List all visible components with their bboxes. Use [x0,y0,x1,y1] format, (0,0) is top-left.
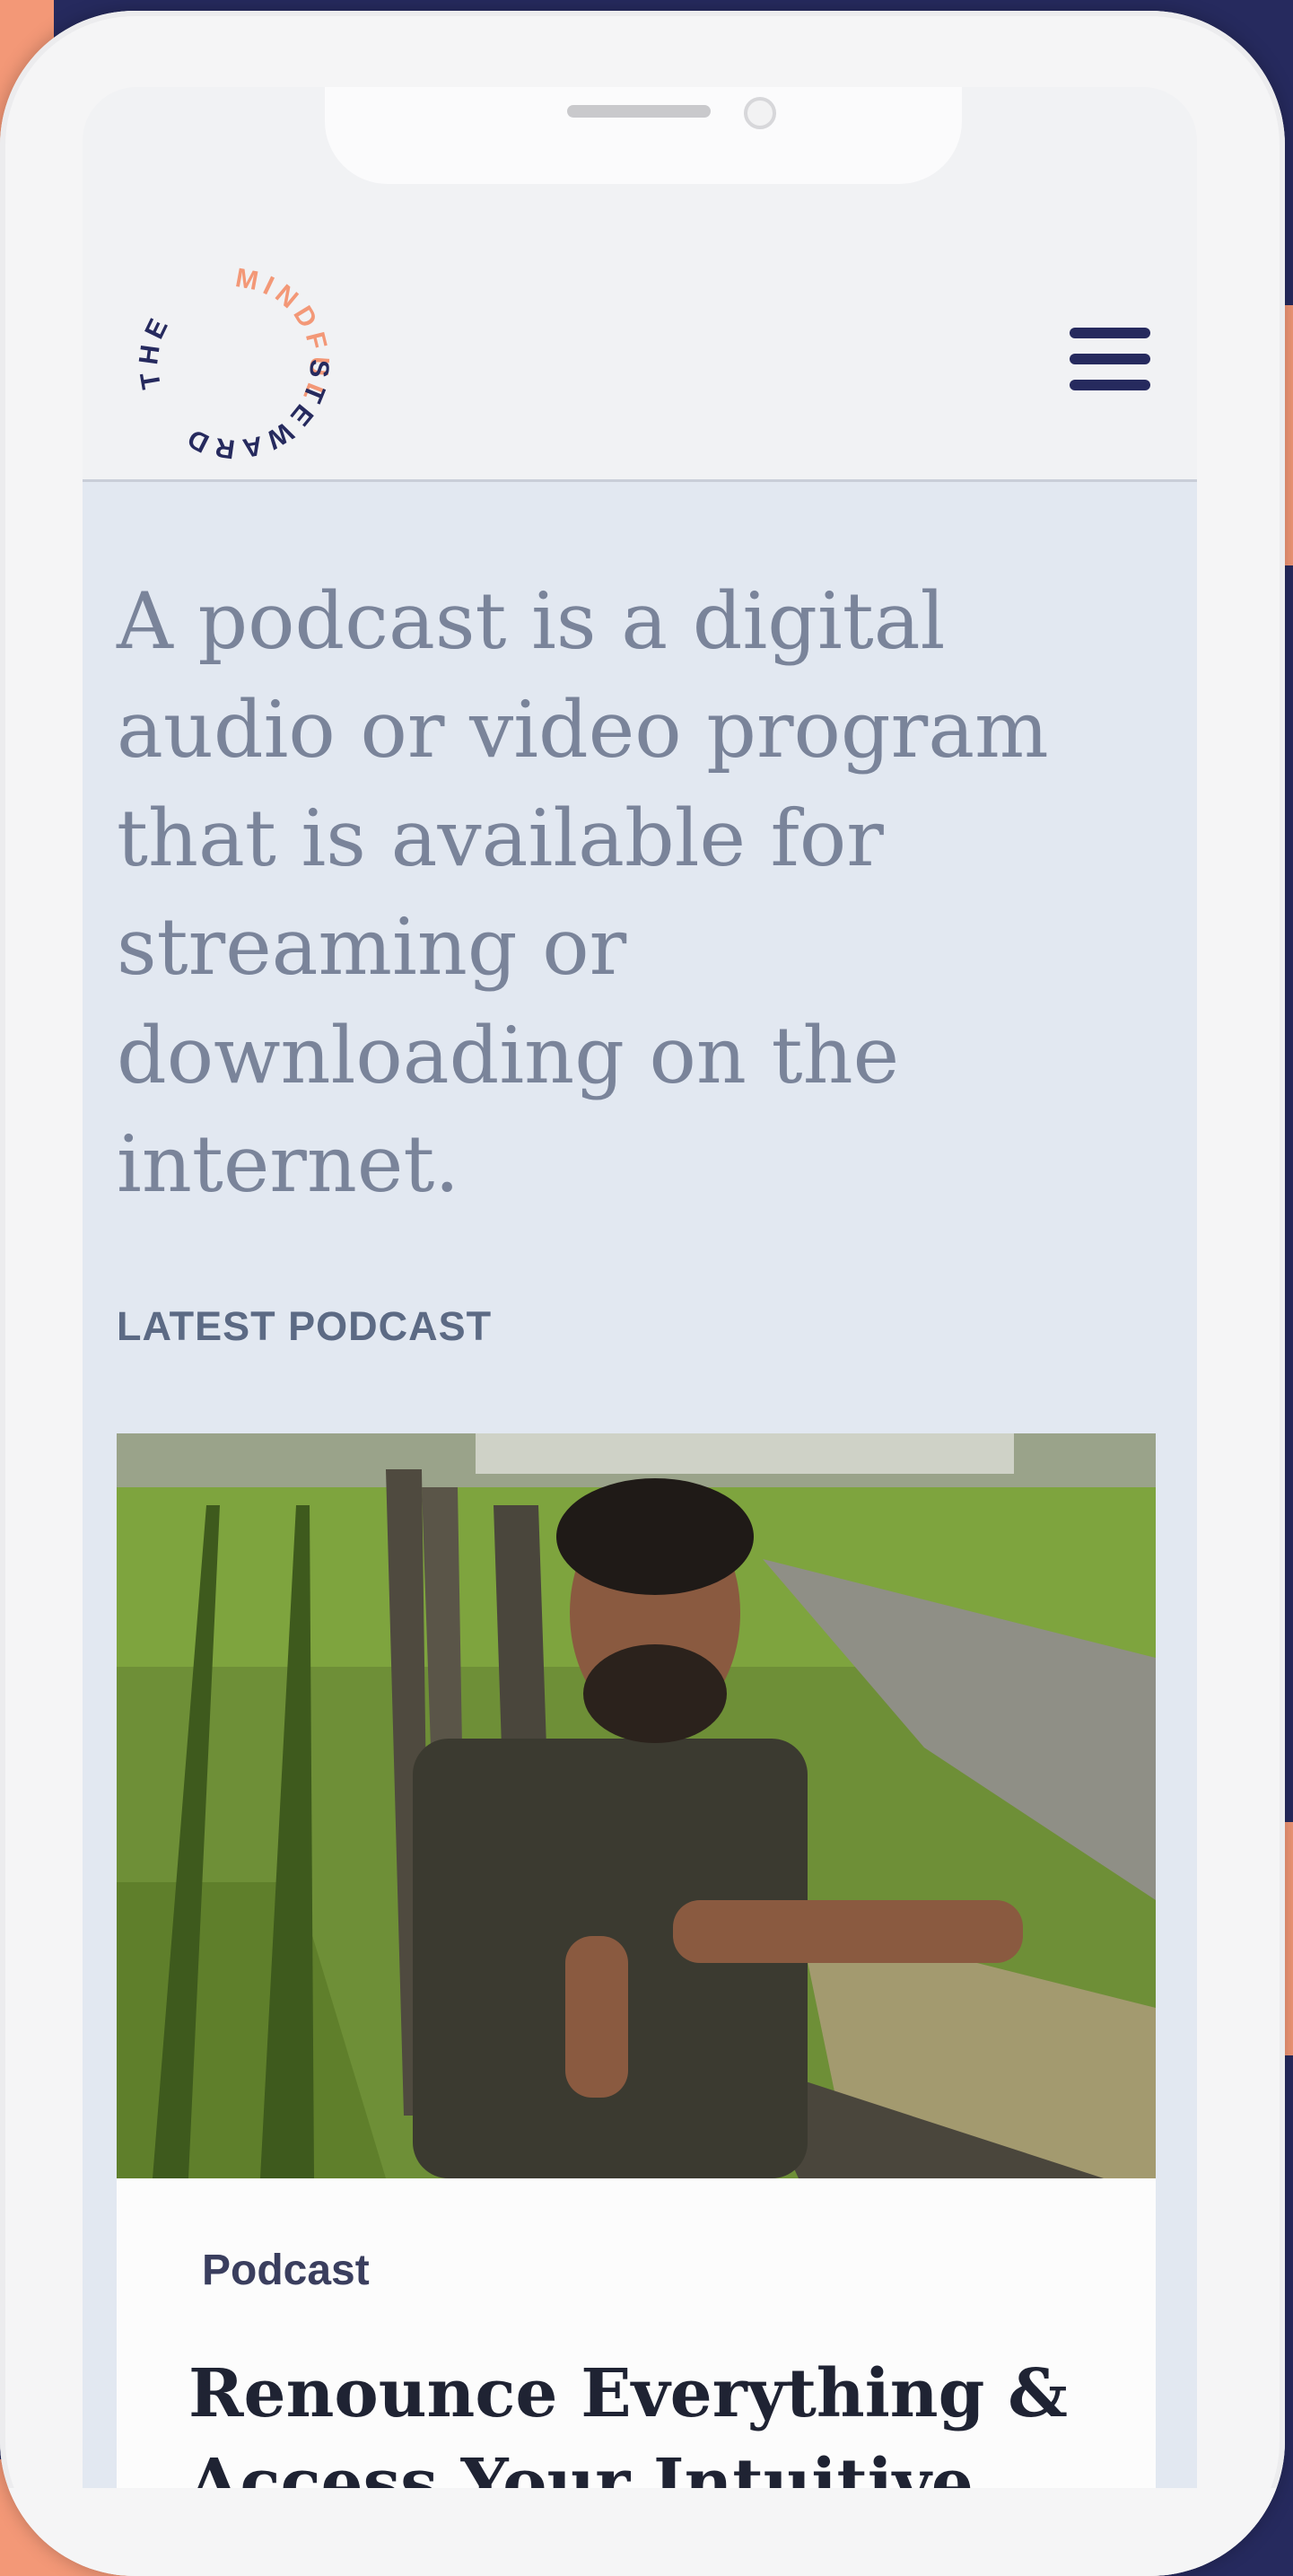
podcast-photo [117,1433,1156,2178]
logo-right-text: STEWARD [179,358,329,464]
menu-bar-bottom [1070,380,1150,390]
podcast-card-image[interactable] [117,1433,1156,2178]
phone-notch [325,87,962,184]
phone-camera [744,97,776,129]
podcast-card-title[interactable]: Renounce Everything & Access Your Intuit… [188,2349,1140,2510]
phone-speaker [567,105,711,118]
hamburger-menu-icon[interactable] [1070,328,1152,390]
podcast-card[interactable]: Podcast Renounce Everything & Access You… [117,1433,1156,2510]
podcast-card-category[interactable]: Podcast [202,2246,370,2295]
svg-text:STEWARD: STEWARD [179,358,335,464]
phone-frame: MINDFUL STEWARD THE A podcast is a digit… [0,11,1285,2576]
hero-section: A podcast is a digital audio or video pr… [83,482,1197,2510]
svg-text:THE: THE [134,310,176,391]
phone-bottom-bezel [0,2488,1285,2576]
logo-left-text: THE [134,310,170,391]
latest-podcast-label: LATEST PODCAST [117,1303,493,1349]
hero-text: A podcast is a digital audio or video pr… [117,575,1049,1210]
logo[interactable]: MINDFUL STEWARD THE [122,251,346,476]
menu-bar-top [1070,328,1150,338]
phone-screen: MINDFUL STEWARD THE A podcast is a digit… [83,87,1197,2510]
menu-bar-middle [1070,354,1150,364]
